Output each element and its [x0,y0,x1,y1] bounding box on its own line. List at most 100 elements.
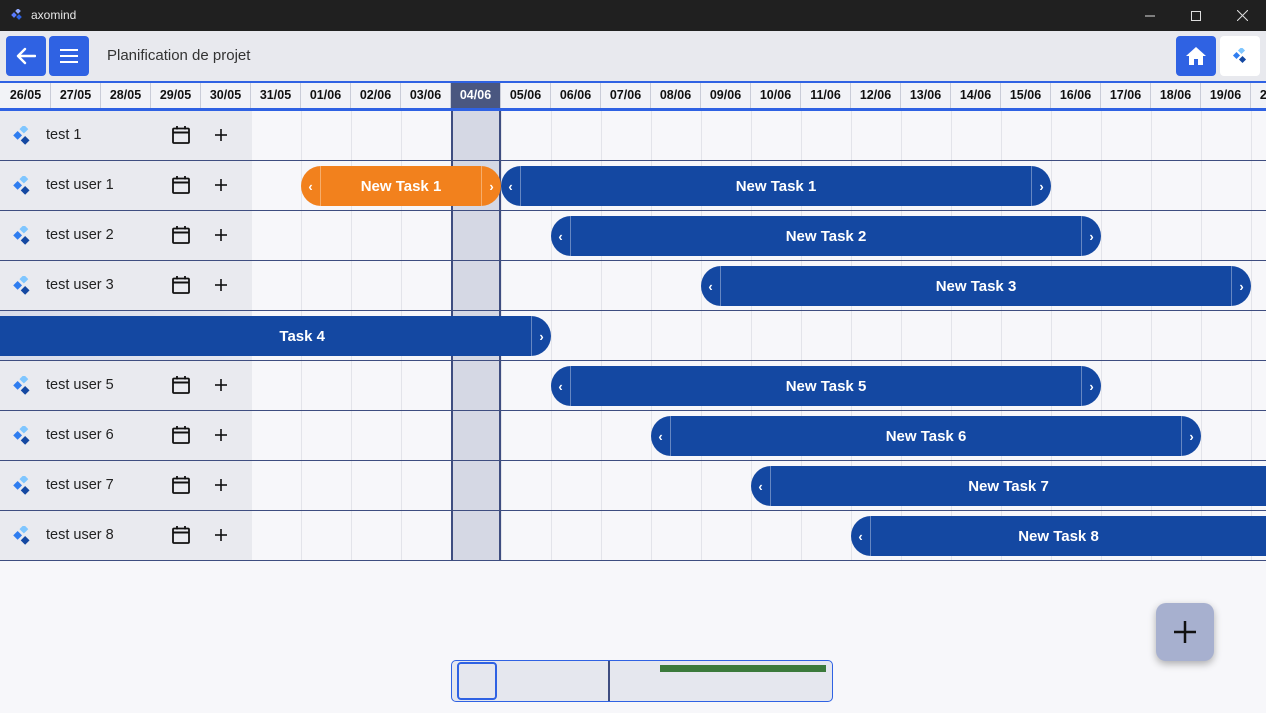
resize-right-handle[interactable]: › [1231,266,1251,306]
task-bar[interactable]: New Task 3 ‹ › [701,266,1251,306]
task-label: New Task 3 [935,277,1017,295]
axomind-logo-icon [13,274,30,295]
resize-right-handle[interactable]: › [531,316,551,356]
minimize-button[interactable] [1127,0,1173,31]
calendar-button[interactable] [171,425,191,450]
calendar-button[interactable] [171,475,191,500]
menu-icon [60,49,78,63]
menu-button[interactable] [49,36,89,76]
row-name: test 1 [46,127,82,143]
task-bar[interactable]: Task 4 › [0,316,551,356]
date-header: 26/05 27/05 28/05 29/05 30/05 31/05 01/06 02/06… [0,81,1266,111]
minimap-task-bar [660,665,826,672]
row-header[interactable]: test 1 [0,111,252,160]
minimap-viewport[interactable] [457,662,497,700]
plus-icon [1174,621,1196,643]
axomind-logo-icon [13,424,30,445]
resize-left-handle[interactable]: ‹ [501,166,521,206]
resize-left-handle[interactable]: ‹ [751,466,771,506]
calendar-icon [172,276,190,294]
resize-left-handle[interactable]: ‹ [851,516,871,556]
resize-right-handle[interactable]: › [1081,366,1101,406]
close-window-button[interactable] [1219,0,1265,31]
minimap-today-marker [608,661,610,701]
row-name: test user 5 [46,377,114,393]
add-task-fab[interactable] [1156,603,1214,661]
add-task-button[interactable] [212,376,230,399]
resize-right-handle[interactable]: › [481,166,501,206]
task-bar[interactable]: New Task 2 ‹ › [551,216,1101,256]
resize-left-handle[interactable]: ‹ [651,416,671,456]
date-cell: 07/06 [601,83,651,108]
resize-right-handle[interactable]: › [1031,166,1051,206]
task-bar[interactable]: New Task 1 ‹ › [501,166,1051,206]
date-cell: 12/06 [851,83,901,108]
task-label: New Task 1 [360,177,442,195]
add-task-button[interactable] [212,126,230,149]
back-button[interactable] [6,36,46,76]
calendar-icon [172,176,190,194]
row-header[interactable]: test user 2 [0,211,252,260]
add-task-button[interactable] [212,176,230,199]
axomind-logo-icon [1232,48,1247,64]
resize-right-handle[interactable]: › [1081,216,1101,256]
task-bar[interactable]: New Task 1 ‹ › [301,166,501,206]
date-cell: 26/05 [1,83,51,108]
task-label: New Task 6 [885,427,967,445]
row-header[interactable]: test user 5 [0,361,252,410]
row-name: test user 8 [46,527,114,543]
resize-left-handle[interactable]: ‹ [701,266,721,306]
task-bar[interactable]: New Task 6 ‹ › [651,416,1201,456]
date-cell: 28/05 [101,83,151,108]
date-cell: 18/06 [1151,83,1201,108]
add-task-button[interactable] [212,226,230,249]
maximize-button[interactable] [1173,0,1219,31]
date-cell: 09/06 [701,83,751,108]
row-header[interactable]: test user 3 [0,261,252,310]
logo-button[interactable] [1220,36,1260,76]
date-cell: 29/05 [151,83,201,108]
task-label: Task 4 [279,327,325,345]
axomind-logo-icon [13,524,30,545]
add-task-button[interactable] [212,526,230,549]
row-header[interactable]: test user 8 [0,511,252,560]
calendar-button[interactable] [171,275,191,300]
plus-icon [215,129,227,141]
add-task-button[interactable] [212,426,230,449]
calendar-button[interactable] [171,175,191,200]
row-header[interactable]: test user 1 [0,161,252,210]
calendar-icon [172,476,190,494]
plus-icon [215,529,227,541]
date-cell: 14/06 [951,83,1001,108]
add-task-button[interactable] [212,276,230,299]
task-label: New Task 8 [1018,527,1099,545]
add-task-button[interactable] [212,476,230,499]
calendar-icon [172,126,190,144]
row-header[interactable]: test user 6 [0,411,252,460]
calendar-button[interactable] [171,525,191,550]
task-bar[interactable]: New Task 8 ‹ [851,516,1266,556]
resize-left-handle[interactable]: ‹ [301,166,321,206]
plus-icon [215,479,227,491]
timeline-minimap[interactable] [451,660,833,702]
app-logo-icon [11,9,22,20]
calendar-button[interactable] [171,225,191,250]
date-cell: 20/06 [1251,83,1266,108]
task-bar[interactable]: New Task 7 ‹ [751,466,1266,506]
row-name: test user 6 [46,427,114,443]
plus-icon [215,379,227,391]
resize-left-handle[interactable]: ‹ [551,366,571,406]
task-bar[interactable]: New Task 5 ‹ › [551,366,1101,406]
axomind-logo-icon [13,224,30,245]
home-button[interactable] [1176,36,1216,76]
gantt-grid: test 1 test user 1 test user 2 test user 3 t… [0,111,1266,561]
calendar-button[interactable] [171,375,191,400]
resize-right-handle[interactable]: › [1181,416,1201,456]
date-cell: 10/06 [751,83,801,108]
calendar-button[interactable] [171,125,191,150]
row-header[interactable]: test user 7 [0,461,252,510]
date-cell: 27/05 [51,83,101,108]
plus-icon [215,429,227,441]
axomind-logo-icon [13,474,30,495]
resize-left-handle[interactable]: ‹ [551,216,571,256]
